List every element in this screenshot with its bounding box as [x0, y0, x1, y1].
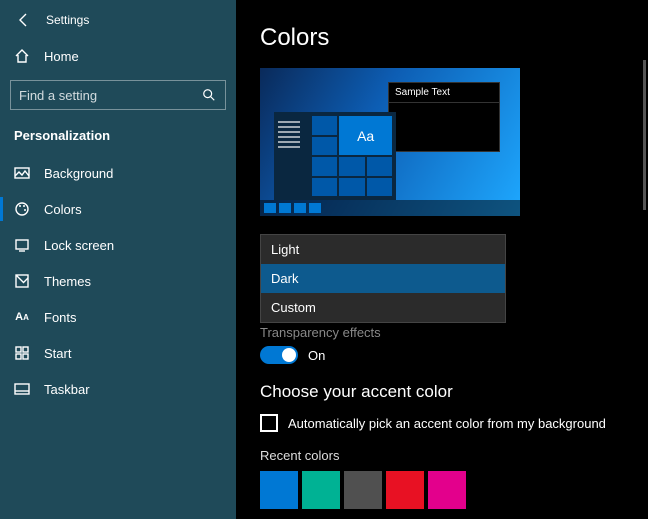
auto-accent-checkbox-row[interactable]: Automatically pick an accent color from …	[260, 414, 648, 432]
back-button[interactable]	[14, 10, 34, 30]
nav-fonts[interactable]: AA Fonts	[0, 299, 236, 335]
nav-label: Background	[44, 166, 113, 181]
auto-accent-label: Automatically pick an accent color from …	[288, 416, 606, 431]
color-swatch[interactable]	[302, 471, 340, 509]
home-link[interactable]: Home	[0, 40, 236, 72]
preview-window-title: Sample Text	[389, 83, 499, 103]
preview-window: Sample Text	[388, 82, 500, 152]
palette-icon	[14, 201, 30, 217]
color-mode-dropdown[interactable]: Light Dark Custom	[260, 234, 506, 323]
home-label: Home	[44, 49, 79, 64]
dropdown-option-light[interactable]: Light	[261, 235, 505, 264]
scrollbar[interactable]	[643, 60, 646, 210]
toggle-state-label: On	[308, 348, 325, 363]
theme-preview: Sample Text Aa	[260, 68, 520, 216]
search-input[interactable]	[19, 88, 201, 103]
nav-label: Lock screen	[44, 238, 114, 253]
nav-label: Themes	[44, 274, 91, 289]
arrow-left-icon	[16, 12, 32, 28]
search-icon	[201, 87, 217, 103]
main-content: Colors Sample Text Aa Light Dark Custom	[236, 0, 648, 519]
auto-accent-checkbox[interactable]	[260, 414, 278, 432]
nav-start[interactable]: Start	[0, 335, 236, 371]
dropdown-option-dark[interactable]: Dark	[261, 264, 505, 293]
toggle-knob	[282, 348, 296, 362]
nav-label: Colors	[44, 202, 82, 217]
nav-label: Taskbar	[44, 382, 90, 397]
lockscreen-icon	[14, 237, 30, 253]
search-box[interactable]	[10, 80, 226, 110]
recent-colors	[260, 471, 648, 509]
category-heading: Personalization	[0, 118, 236, 155]
nav-themes[interactable]: Themes	[0, 263, 236, 299]
preview-start-menu: Aa	[274, 112, 396, 200]
dropdown-option-custom[interactable]: Custom	[261, 293, 505, 322]
recent-colors-label: Recent colors	[260, 448, 648, 463]
themes-icon	[14, 273, 30, 289]
fonts-icon: AA	[14, 309, 30, 325]
nav-taskbar[interactable]: Taskbar	[0, 371, 236, 407]
nav-colors[interactable]: Colors	[0, 191, 236, 227]
home-icon	[14, 48, 30, 64]
transparency-label: Transparency effects	[260, 325, 648, 340]
preview-accent-tile: Aa	[339, 116, 392, 155]
color-swatch[interactable]	[428, 471, 466, 509]
nav-label: Start	[44, 346, 71, 361]
color-swatch[interactable]	[260, 471, 298, 509]
sidebar: Settings Home Personalization Background…	[0, 0, 236, 519]
transparency-toggle[interactable]	[260, 346, 298, 364]
nav-lockscreen[interactable]: Lock screen	[0, 227, 236, 263]
accent-section-title: Choose your accent color	[260, 382, 648, 402]
nav-label: Fonts	[44, 310, 77, 325]
page-title: Colors	[260, 24, 648, 52]
nav-background[interactable]: Background	[0, 155, 236, 191]
color-swatch[interactable]	[386, 471, 424, 509]
start-icon	[14, 345, 30, 361]
color-swatch[interactable]	[344, 471, 382, 509]
taskbar-icon	[14, 381, 30, 397]
picture-icon	[14, 165, 30, 181]
preview-taskbar	[260, 200, 520, 216]
app-title: Settings	[46, 13, 89, 27]
